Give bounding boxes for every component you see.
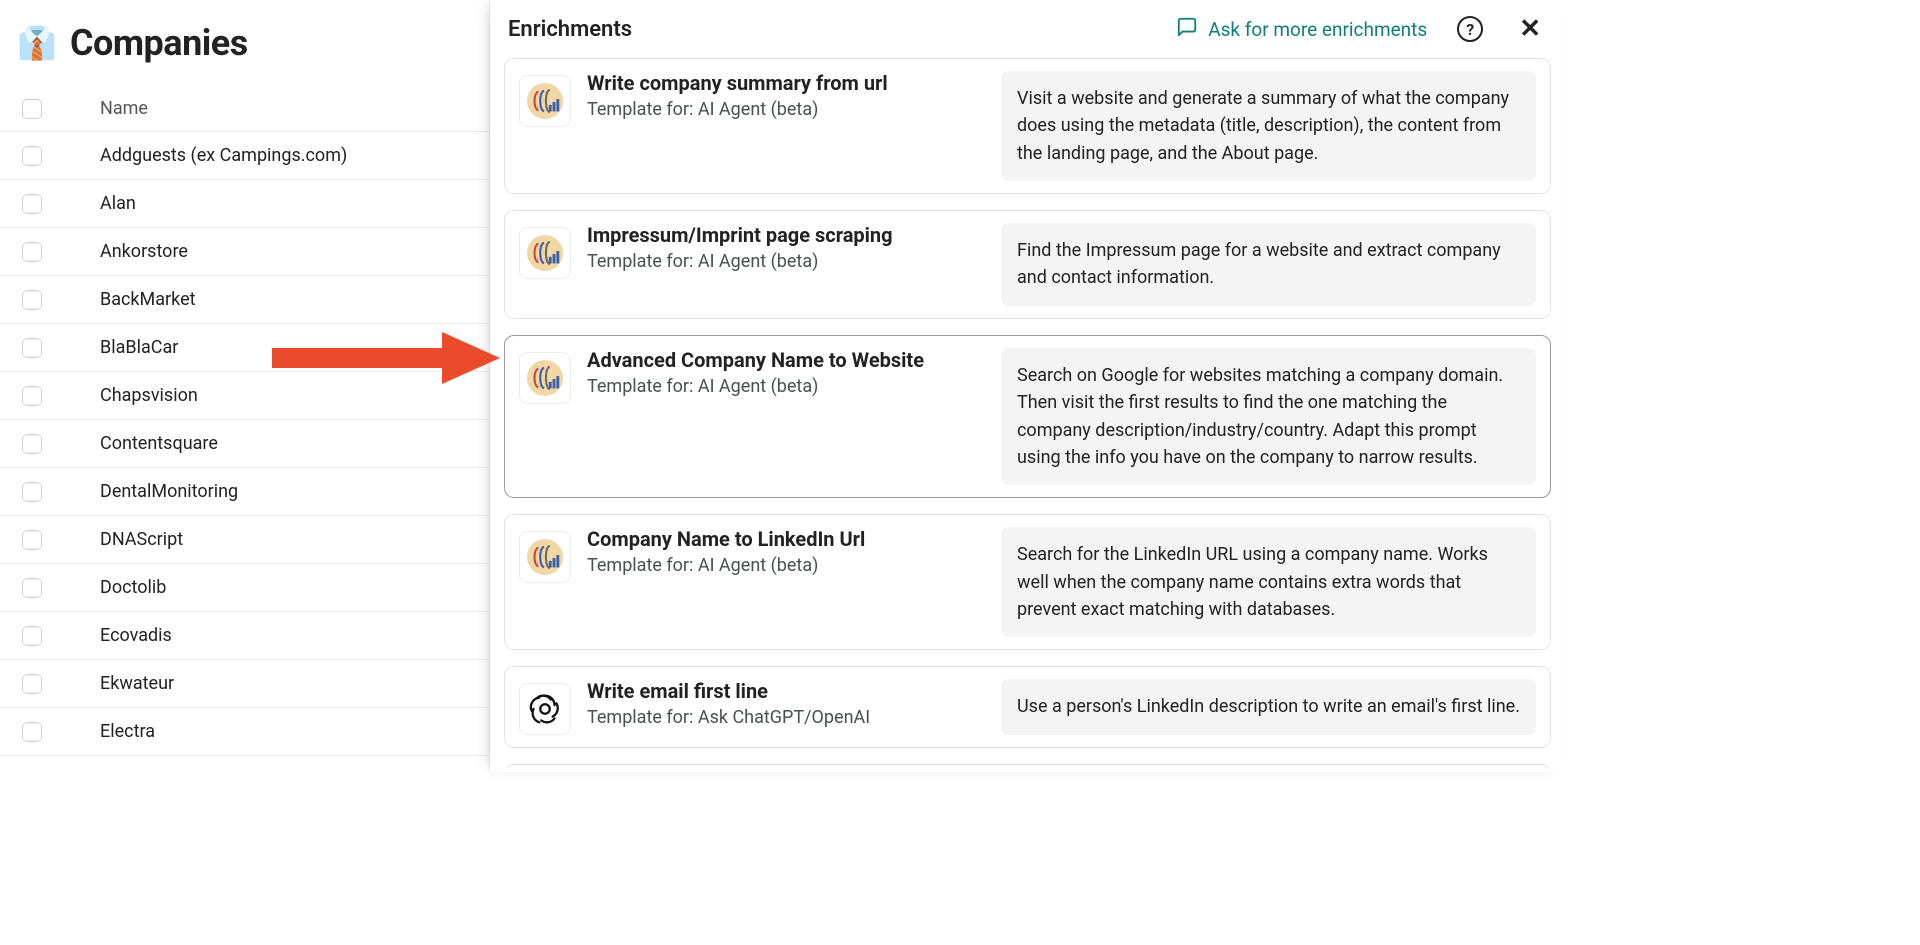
- company-name: DNAScript: [100, 529, 183, 550]
- page-title: Companies: [70, 22, 248, 64]
- left-panel: 👔 Companies Name Addguests (ex Campings.…: [0, 0, 490, 772]
- enrichments-panel: Enrichments Ask for more enrichments ? ✕…: [490, 0, 1565, 772]
- table-row[interactable]: Chapsvision: [0, 372, 489, 420]
- row-checkbox[interactable]: [22, 626, 42, 646]
- select-all-checkbox[interactable]: [22, 99, 42, 119]
- row-checkbox[interactable]: [22, 146, 42, 166]
- company-name: BlaBlaCar: [100, 337, 178, 358]
- company-name: Electra: [100, 721, 155, 742]
- help-icon[interactable]: ?: [1457, 16, 1483, 42]
- enrichment-subtitle: Template for: AI Agent (beta): [587, 251, 985, 272]
- companies-icon: 👔: [18, 24, 56, 62]
- table-header: Name: [0, 86, 489, 132]
- table-row[interactable]: DentalMonitoring: [0, 468, 489, 516]
- row-checkbox[interactable]: [22, 482, 42, 502]
- ai-agent-icon: [519, 531, 571, 583]
- company-name: BackMarket: [100, 289, 196, 310]
- openai-icon: [519, 683, 571, 735]
- enrichment-title: Impressum/Imprint page scraping: [587, 223, 985, 247]
- enrichment-description: Find the Impressum page for a website an…: [1001, 223, 1536, 306]
- table-row[interactable]: Ekwateur: [0, 660, 489, 708]
- row-checkbox[interactable]: [22, 578, 42, 598]
- table-row[interactable]: Contentsquare: [0, 420, 489, 468]
- row-checkbox[interactable]: [22, 242, 42, 262]
- company-name: Doctolib: [100, 577, 166, 598]
- enrichment-description: Visit a website and generate a summary o…: [1001, 71, 1536, 181]
- table-row[interactable]: DNAScript: [0, 516, 489, 564]
- company-name: Alan: [100, 193, 136, 214]
- row-checkbox[interactable]: [22, 722, 42, 742]
- row-checkbox[interactable]: [22, 434, 42, 454]
- company-name: Chapsvision: [100, 385, 198, 406]
- enrichment-description: Search on Google for websites matching a…: [1001, 348, 1536, 485]
- enrichment-title: Write company summary from url: [587, 71, 985, 95]
- enrichment-subtitle: Template for: AI Agent (beta): [587, 99, 985, 120]
- enrichment-description: Search for the LinkedIn URL using a comp…: [1001, 527, 1536, 637]
- enrichment-card[interactable]: Write email first line Template for: Ask …: [504, 666, 1551, 748]
- row-checkbox[interactable]: [22, 338, 42, 358]
- table-row[interactable]: Ankorstore: [0, 228, 489, 276]
- ai-agent-icon: [519, 352, 571, 404]
- enrichments-list: Write company summary from url Template f…: [490, 58, 1565, 768]
- table-row[interactable]: Addguests (ex Campings.com): [0, 132, 489, 180]
- table-row[interactable]: Alan: [0, 180, 489, 228]
- enrichment-description: Use a person's LinkedIn description to w…: [1001, 679, 1536, 734]
- enrichment-title: Company Name to LinkedIn Url: [587, 527, 985, 551]
- chat-icon: [1176, 16, 1198, 43]
- enrichment-card[interactable]: Advanced Company Name to Website Template…: [504, 335, 1551, 498]
- table-row[interactable]: Doctolib: [0, 564, 489, 612]
- table-row[interactable]: Ecovadis: [0, 612, 489, 660]
- company-name: DentalMonitoring: [100, 481, 238, 502]
- enrichment-card[interactable]: Company Name to LinkedIn Url Template for…: [504, 514, 1551, 650]
- row-checkbox[interactable]: [22, 290, 42, 310]
- enrichment-subtitle: Template for: AI Agent (beta): [587, 555, 985, 576]
- ai-agent-icon: [519, 75, 571, 127]
- row-checkbox[interactable]: [22, 674, 42, 694]
- ask-more-enrichments-link[interactable]: Ask for more enrichments: [1176, 16, 1427, 43]
- enrichment-title: Advanced Company Name to Website: [587, 348, 985, 372]
- enrichment-title: Write email first line: [587, 679, 985, 703]
- table-row[interactable]: BackMarket: [0, 276, 489, 324]
- page-title-row: 👔 Companies: [0, 0, 489, 86]
- panel-title: Enrichments: [508, 17, 632, 42]
- company-name: Ecovadis: [100, 625, 172, 646]
- enrichment-card[interactable]: Impressum/Imprint page scraping Template …: [504, 210, 1551, 319]
- enrichment-card[interactable]: Write company summary from url Template f…: [504, 58, 1551, 194]
- table-row[interactable]: BlaBlaCar: [0, 324, 489, 372]
- column-header-name: Name: [100, 98, 148, 119]
- company-name: Ekwateur: [100, 673, 174, 694]
- enrichment-subtitle: Template for: Ask ChatGPT/OpenAI: [587, 707, 985, 728]
- row-checkbox[interactable]: [22, 530, 42, 550]
- company-name: Contentsquare: [100, 433, 218, 454]
- ask-more-label: Ask for more enrichments: [1208, 18, 1427, 41]
- table-row[interactable]: Electra: [0, 708, 489, 756]
- panel-header: Enrichments Ask for more enrichments ? ✕: [490, 0, 1565, 58]
- company-name: Ankorstore: [100, 241, 188, 262]
- enrichment-subtitle: Template for: AI Agent (beta): [587, 376, 985, 397]
- close-icon[interactable]: ✕: [1513, 14, 1547, 44]
- enrichment-card[interactable]: Classify as B2B or B2C businessTemplate …: [504, 764, 1551, 768]
- row-checkbox[interactable]: [22, 194, 42, 214]
- ai-agent-icon: [519, 227, 571, 279]
- row-checkbox[interactable]: [22, 386, 42, 406]
- company-name: Addguests (ex Campings.com): [100, 145, 347, 166]
